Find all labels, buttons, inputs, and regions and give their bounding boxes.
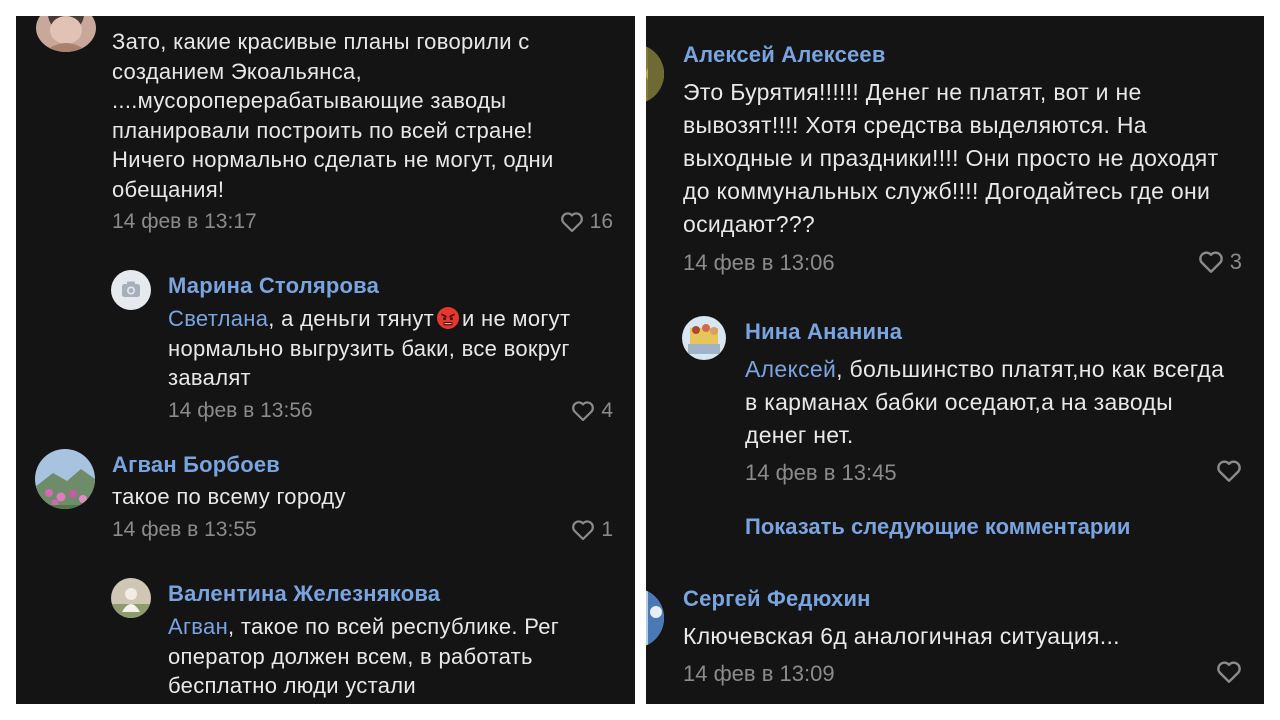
avatar[interactable] <box>36 16 96 52</box>
right-comments-panel: Алексей Алексеев Это Бурятия!!!!!! Денег… <box>646 16 1264 704</box>
like-count: 3 <box>1229 249 1242 274</box>
angry-face-emoji <box>437 307 459 329</box>
heart-outline-icon <box>572 401 595 422</box>
like-count: 4 <box>601 399 613 422</box>
comment-date: 14 фев в 13:09 <box>683 661 835 686</box>
like-button[interactable] <box>1216 660 1242 684</box>
like-button[interactable] <box>1216 459 1242 483</box>
show-more-comments-link[interactable]: Показать следующие комментарии <box>745 514 1130 540</box>
author-name[interactable]: Сергей Федюхин <box>683 586 871 612</box>
reply-date: 14 фев в 13:56 <box>168 399 313 422</box>
comment-date: 14 фев в 13:06 <box>683 250 835 275</box>
like-button[interactable]: 4 <box>571 399 613 423</box>
heart-outline-icon <box>1217 460 1241 482</box>
heart-outline-icon <box>560 212 583 233</box>
heart-outline-icon <box>1217 661 1241 683</box>
avatar[interactable] <box>646 588 664 648</box>
author-name[interactable]: Агван Борбоев <box>112 452 280 478</box>
avatar[interactable] <box>35 449 95 509</box>
avatar[interactable] <box>682 316 726 360</box>
camera-icon <box>122 281 140 297</box>
reply-date: 14 фев в 13:45 <box>745 460 897 485</box>
avatar[interactable] <box>646 44 664 104</box>
comment-text: Это Бурятия!!!!!! Денег не платят, вот и… <box>683 79 1219 237</box>
like-count: 1 <box>601 518 613 541</box>
author-name[interactable]: Нина Ананина <box>745 319 902 345</box>
mention-link[interactable]: Агван <box>168 614 228 639</box>
author-name[interactable]: Марина Столярова <box>168 273 379 299</box>
like-count: 16 <box>589 210 613 233</box>
author-name[interactable]: Валентина Железнякова <box>168 581 440 607</box>
comment-text: Ключевская 6д аналогичная ситуация... <box>683 623 1120 649</box>
like-button[interactable]: 3 <box>1198 249 1242 275</box>
heart-outline-icon <box>1198 251 1223 273</box>
comment-text: такое по всему городу <box>112 484 346 509</box>
left-comments-panel: Зато, какие красивые планы говорили с со… <box>16 16 635 704</box>
like-button[interactable]: 16 <box>560 210 613 234</box>
reply-text: Агван, такое по всей республике. Рег опе… <box>168 614 560 698</box>
mention-link[interactable]: Светлана <box>168 306 268 331</box>
avatar[interactable] <box>111 578 151 618</box>
comment-text: Зато, какие красивые планы говорили с со… <box>112 29 554 202</box>
comment-date: 14 фев в 13:55 <box>112 518 257 541</box>
like-button[interactable]: 1 <box>571 518 613 542</box>
avatar[interactable] <box>111 270 151 310</box>
heart-outline-icon <box>572 520 595 541</box>
reply-text: Светлана, а деньги тянут и не могут норма… <box>168 306 571 390</box>
mention-link[interactable]: Алексей <box>745 356 836 382</box>
author-name[interactable]: Алексей Алексеев <box>683 42 886 68</box>
reply-text: Алексей, большинство платят,но как всегд… <box>745 356 1225 448</box>
comment-date: 14 фев в 13:17 <box>112 210 257 233</box>
